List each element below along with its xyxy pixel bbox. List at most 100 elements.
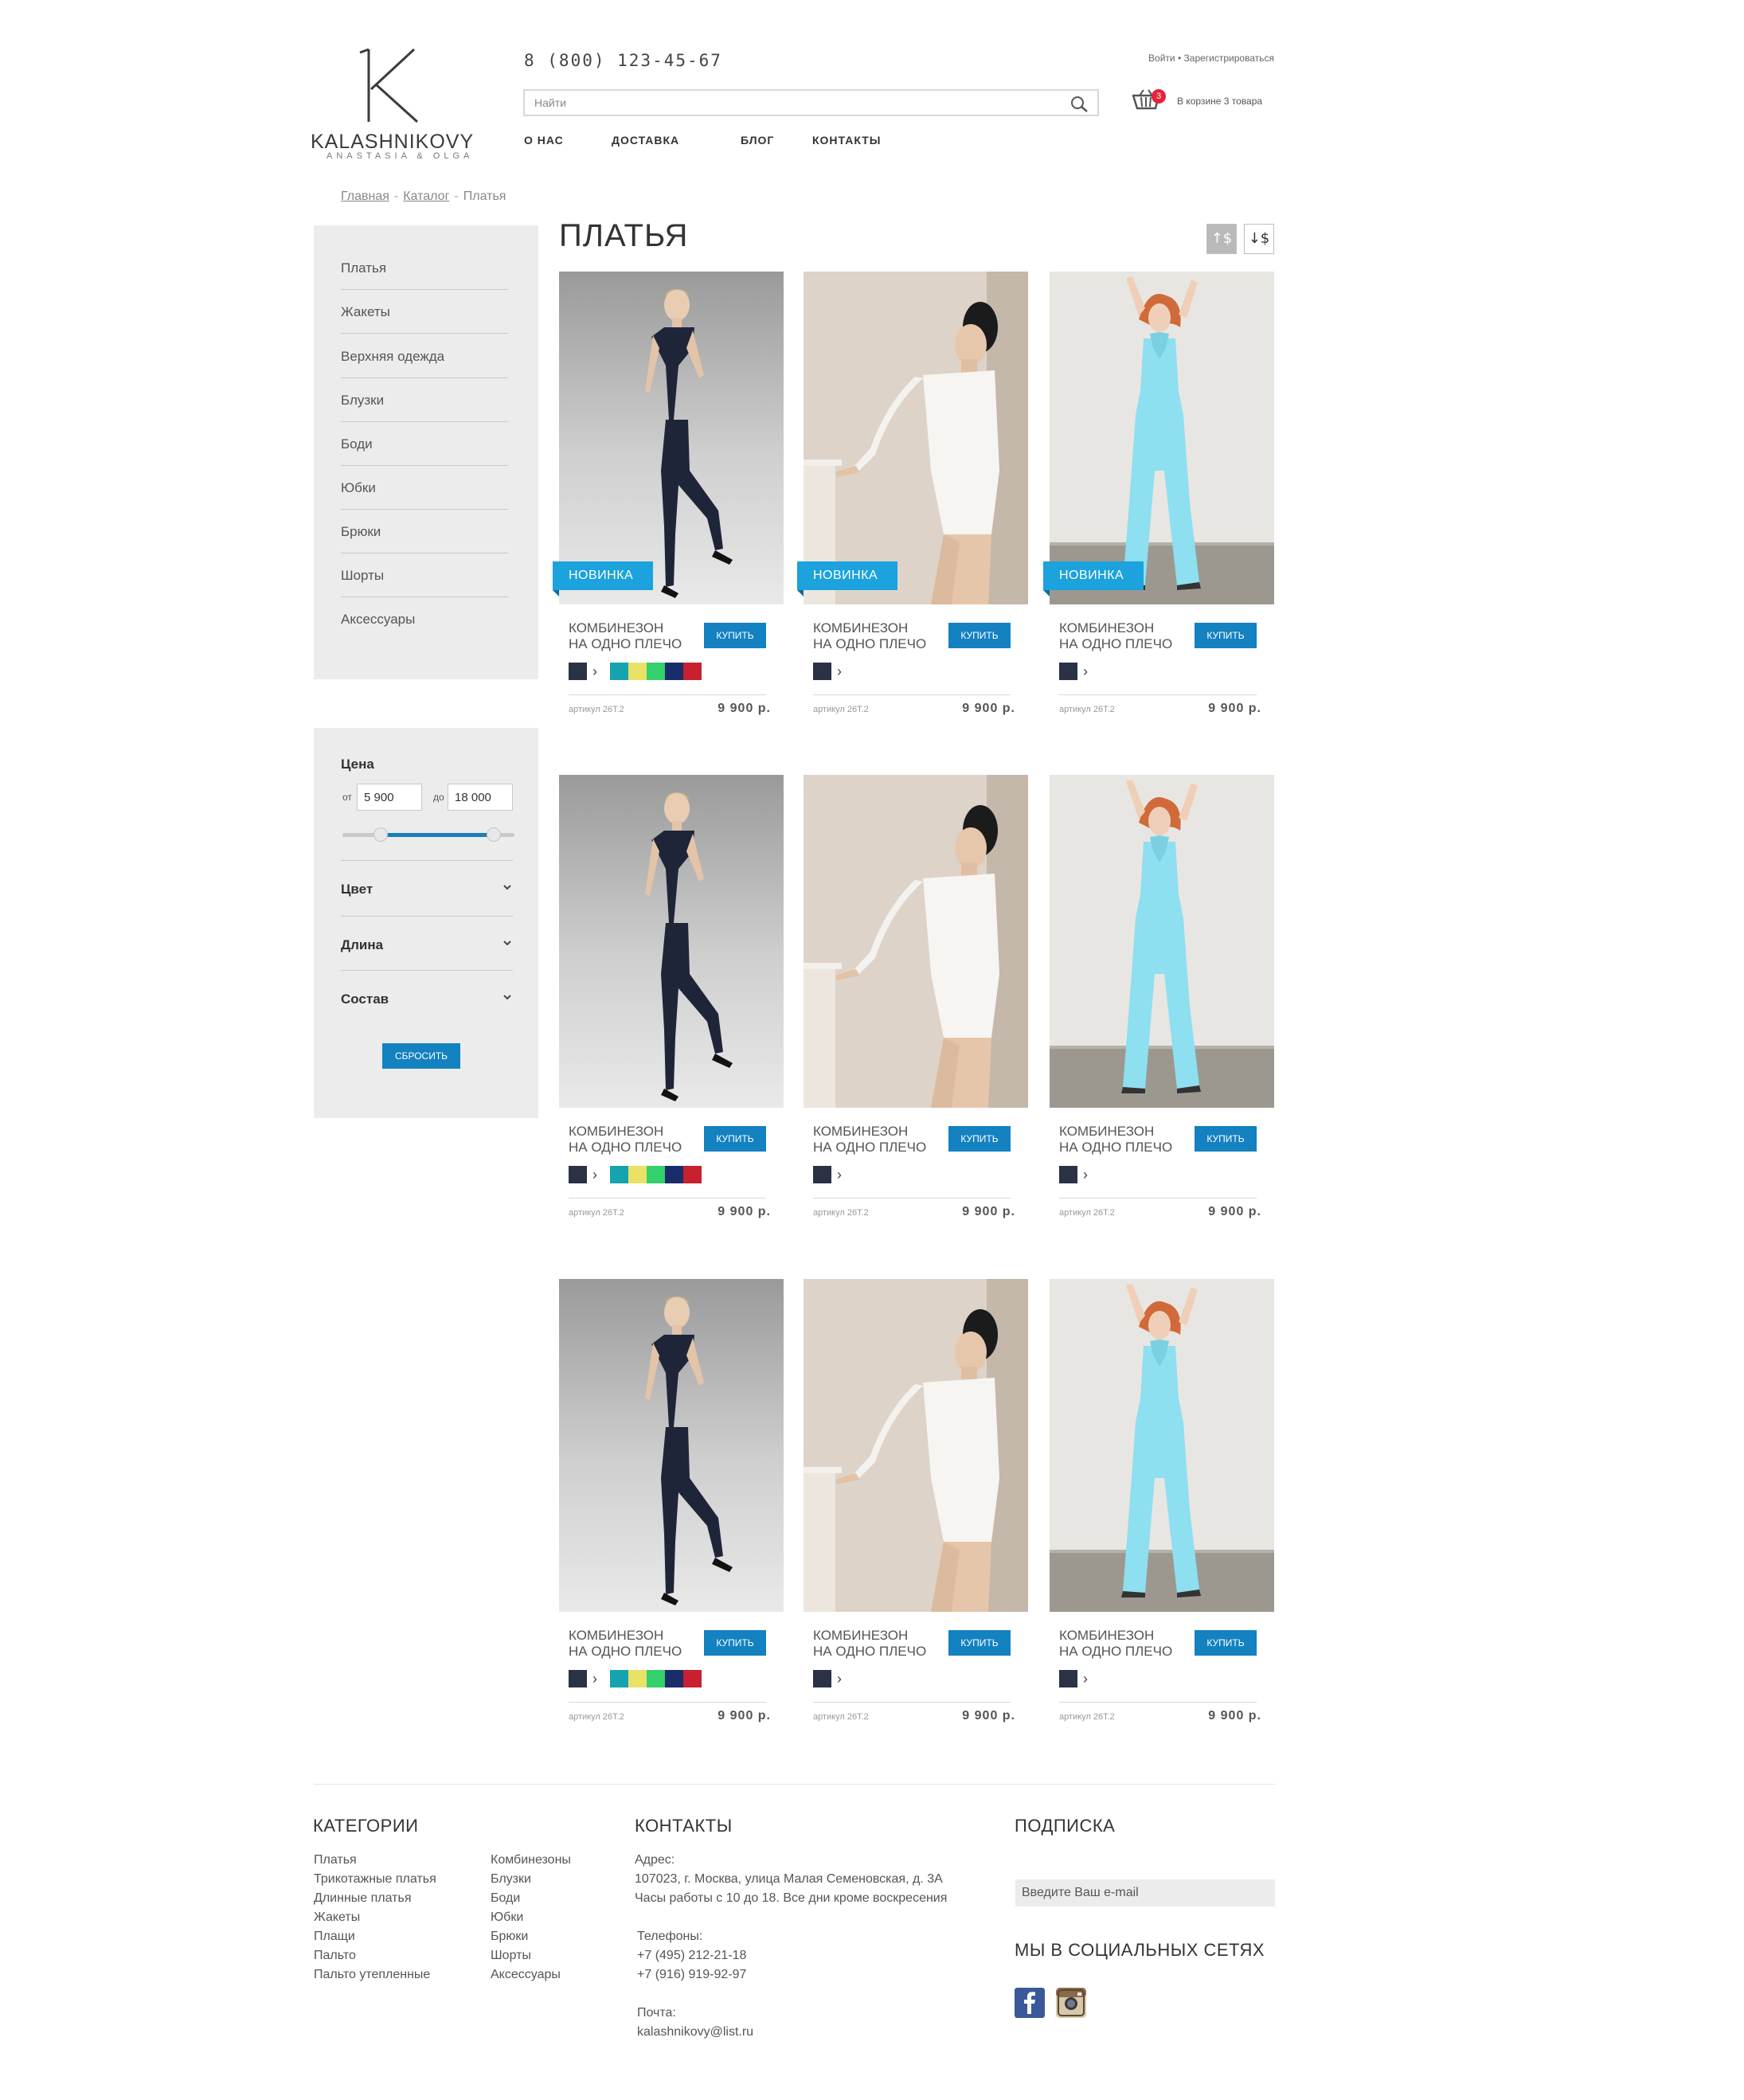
product-card[interactable]: НОВИНКА КОМБИНЕЗОН НА ОДНО ПЛЕЧО КУПИТЬ …: [797, 272, 1028, 718]
filter-composition-toggle[interactable]: Состав: [341, 970, 513, 1024]
instagram-icon[interactable]: [1056, 1988, 1086, 2018]
product-photo[interactable]: [1050, 1279, 1274, 1612]
login-link[interactable]: Войти: [1148, 53, 1175, 64]
color-swatch[interactable]: [628, 663, 647, 680]
swatch-arrow-icon[interactable]: ›: [837, 1670, 842, 1687]
category-item-dresses[interactable]: Платья: [341, 246, 508, 290]
product-name[interactable]: КОМБИНЕЗОН НА ОДНО ПЛЕЧО: [813, 1628, 940, 1660]
sort-price-desc-button[interactable]: ↓$: [1244, 224, 1274, 254]
color-swatch-selected[interactable]: [569, 663, 587, 680]
color-swatch-selected[interactable]: [813, 1670, 831, 1687]
product-name[interactable]: КОМБИНЕЗОН НА ОДНО ПЛЕЧО: [569, 620, 696, 652]
footer-category-link[interactable]: Шорты: [491, 1946, 571, 1965]
color-swatch[interactable]: [628, 1670, 647, 1687]
color-swatch-selected[interactable]: [813, 663, 831, 680]
nav-delivery[interactable]: ДОСТАВКА: [612, 134, 679, 147]
swatch-arrow-icon[interactable]: ›: [1083, 1670, 1088, 1687]
cart-summary[interactable]: В корзине 3 товара: [1177, 96, 1262, 107]
footer-category-link[interactable]: Плащи: [314, 1927, 436, 1946]
filter-length-toggle[interactable]: Длина: [341, 916, 513, 970]
footer-email-link[interactable]: kalashnikovy@list.ru: [635, 2023, 947, 2042]
price-range-slider[interactable]: [342, 827, 514, 842]
color-swatch[interactable]: [665, 1670, 683, 1687]
product-name[interactable]: КОМБИНЕЗОН НА ОДНО ПЛЕЧО: [569, 1124, 696, 1156]
category-item-skirts[interactable]: Юбки: [341, 466, 508, 510]
reset-filter-button[interactable]: СБРОСИТЬ: [382, 1043, 460, 1069]
product-card[interactable]: КОМБИНЕЗОН НА ОДНО ПЛЕЧО КУПИТЬ › артику…: [559, 775, 784, 1221]
category-item-blouses[interactable]: Блузки: [341, 378, 508, 422]
color-swatch[interactable]: [683, 1670, 702, 1687]
product-name[interactable]: КОМБИНЕЗОН НА ОДНО ПЛЕЧО: [569, 1628, 696, 1660]
swatch-arrow-icon[interactable]: ›: [1083, 1166, 1088, 1183]
buy-button[interactable]: КУПИТЬ: [948, 623, 1011, 648]
color-swatch[interactable]: [610, 1670, 628, 1687]
buy-button[interactable]: КУПИТЬ: [704, 623, 766, 648]
footer-category-link[interactable]: Пальто: [314, 1946, 436, 1965]
swatch-arrow-icon[interactable]: ›: [592, 663, 597, 680]
category-item-trousers[interactable]: Брюки: [341, 510, 508, 553]
nav-contacts[interactable]: КОНТАКТЫ: [812, 134, 881, 147]
category-item-bodies[interactable]: Боди: [341, 422, 508, 466]
category-item-accessories[interactable]: Аксессуары: [341, 597, 508, 641]
product-name[interactable]: КОМБИНЕЗОН НА ОДНО ПЛЕЧО: [813, 620, 940, 652]
product-name[interactable]: КОМБИНЕЗОН НА ОДНО ПЛЕЧО: [1059, 620, 1187, 652]
footer-phone-2[interactable]: +7 (916) 919-92-97: [635, 1965, 947, 1985]
footer-category-link[interactable]: Аксессуары: [491, 1965, 571, 1985]
product-photo[interactable]: [559, 1279, 784, 1612]
color-swatch[interactable]: [647, 663, 665, 680]
buy-button[interactable]: КУПИТЬ: [948, 1630, 1011, 1656]
swatch-arrow-icon[interactable]: ›: [1083, 663, 1088, 680]
footer-category-link[interactable]: Брюки: [491, 1927, 571, 1946]
header-phone[interactable]: 8 (800) 123-45-67: [524, 51, 722, 70]
color-swatch[interactable]: [647, 1670, 665, 1687]
product-photo[interactable]: [804, 775, 1028, 1108]
product-name[interactable]: КОМБИНЕЗОН НА ОДНО ПЛЕЧО: [813, 1124, 940, 1156]
price-from-input[interactable]: [357, 784, 422, 811]
color-swatch-selected[interactable]: [1059, 1166, 1077, 1183]
footer-category-link[interactable]: Пальто утепленные: [314, 1965, 436, 1985]
footer-category-link[interactable]: Боди: [491, 1889, 571, 1908]
product-card[interactable]: НОВИНКА КОМБИНЕЗОН НА ОДНО ПЛЕЧО КУПИТЬ …: [553, 272, 784, 718]
product-photo[interactable]: [1050, 775, 1274, 1108]
filter-color-toggle[interactable]: Цвет: [341, 860, 513, 914]
category-item-jackets[interactable]: Жакеты: [341, 290, 508, 334]
facebook-icon[interactable]: [1015, 1988, 1045, 2018]
buy-button[interactable]: КУПИТЬ: [1195, 623, 1257, 648]
price-to-input[interactable]: [448, 784, 513, 811]
color-swatch[interactable]: [683, 1166, 702, 1183]
product-name[interactable]: КОМБИНЕЗОН НА ОДНО ПЛЕЧО: [1059, 1628, 1187, 1660]
buy-button[interactable]: КУПИТЬ: [1195, 1126, 1257, 1152]
product-card[interactable]: КОМБИНЕЗОН НА ОДНО ПЛЕЧО КУПИТЬ › артику…: [804, 775, 1028, 1221]
color-swatch[interactable]: [610, 1166, 628, 1183]
product-card[interactable]: КОМБИНЕЗОН НА ОДНО ПЛЕЧО КУПИТЬ › артику…: [804, 1279, 1028, 1725]
price-max-handle[interactable]: [487, 827, 502, 842]
swatch-arrow-icon[interactable]: ›: [837, 663, 842, 680]
search-input[interactable]: [525, 91, 1034, 115]
nav-blog[interactable]: БЛОГ: [741, 134, 774, 147]
buy-button[interactable]: КУПИТЬ: [704, 1126, 766, 1152]
category-item-shorts[interactable]: Шорты: [341, 553, 508, 597]
product-photo[interactable]: [804, 1279, 1028, 1612]
brand-logo[interactable]: KALASHNIKOVY ANASTASIA & OLGA: [311, 48, 473, 167]
swatch-arrow-icon[interactable]: ›: [592, 1670, 597, 1687]
color-swatch-selected[interactable]: [813, 1166, 831, 1183]
footer-phone-1[interactable]: +7 (495) 212-21-18: [635, 1946, 947, 1965]
nav-about[interactable]: О НАС: [524, 134, 564, 147]
sort-price-asc-button[interactable]: ↑$: [1206, 224, 1237, 254]
product-card[interactable]: КОМБИНЕЗОН НА ОДНО ПЛЕЧО КУПИТЬ › артику…: [1050, 775, 1274, 1221]
category-item-outerwear[interactable]: Верхняя одежда: [341, 334, 508, 378]
footer-category-link[interactable]: Платья: [314, 1851, 436, 1870]
footer-category-link[interactable]: Юбки: [491, 1908, 571, 1927]
footer-category-link[interactable]: Комбинезоны: [491, 1851, 571, 1870]
product-name[interactable]: КОМБИНЕЗОН НА ОДНО ПЛЕЧО: [1059, 1124, 1187, 1156]
price-min-handle[interactable]: [373, 827, 388, 842]
color-swatch-selected[interactable]: [1059, 1670, 1077, 1687]
product-photo[interactable]: [559, 272, 784, 604]
product-card[interactable]: КОМБИНЕЗОН НА ОДНО ПЛЕЧО КУПИТЬ › артику…: [559, 1279, 784, 1725]
register-link[interactable]: Зарегистрироваться: [1184, 53, 1274, 64]
color-swatch[interactable]: [683, 663, 702, 680]
product-card[interactable]: КОМБИНЕЗОН НА ОДНО ПЛЕЧО КУПИТЬ › артику…: [1050, 1279, 1274, 1725]
footer-category-link[interactable]: Трикотажные платья: [314, 1870, 436, 1889]
color-swatch-selected[interactable]: [1059, 663, 1077, 680]
color-swatch[interactable]: [647, 1166, 665, 1183]
